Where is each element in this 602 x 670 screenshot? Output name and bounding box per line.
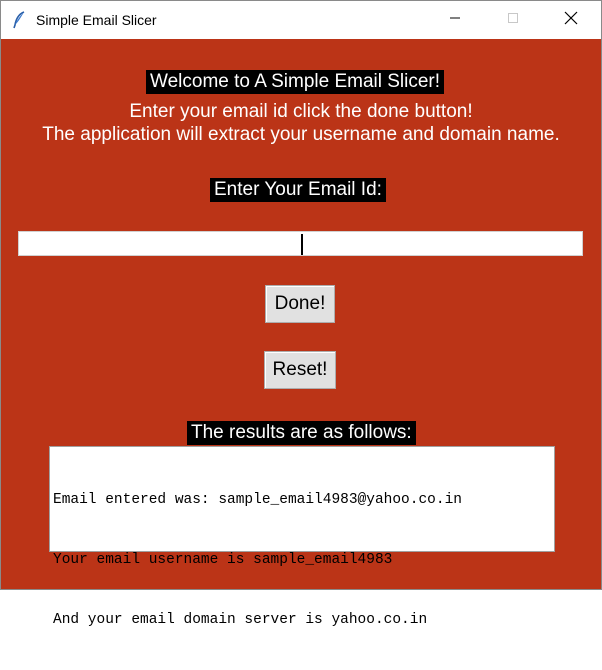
results-textbox[interactable]: Email entered was: sample_email4983@yaho… bbox=[49, 446, 555, 628]
result-line: Your email username is sample_email4983 bbox=[53, 552, 393, 568]
done-button[interactable]: Done! bbox=[265, 285, 335, 323]
text-caret bbox=[301, 234, 303, 255]
title-bar[interactable]: Simple Email Slicer bbox=[1, 1, 601, 39]
main-panel: Welcome to A Simple Email Slicer! Enter … bbox=[1, 39, 601, 628]
minimize-button[interactable] bbox=[432, 1, 478, 39]
result-line: And your email domain server is yahoo.co… bbox=[53, 612, 428, 628]
feather-icon bbox=[12, 11, 26, 29]
window-title: Simple Email Slicer bbox=[36, 12, 157, 28]
close-button[interactable] bbox=[548, 1, 594, 39]
maximize-icon bbox=[507, 11, 519, 29]
instruction-line-1: Enter your email id click the done butto… bbox=[129, 101, 473, 122]
results-label: The results are as follows: bbox=[187, 421, 416, 445]
app-window: Simple Email Slicer Welcome to A Simple … bbox=[0, 0, 602, 628]
reset-button[interactable]: Reset! bbox=[264, 351, 336, 389]
welcome-heading: Welcome to A Simple Email Slicer! bbox=[146, 70, 445, 94]
instruction-line-2: The application will extract your userna… bbox=[42, 124, 560, 145]
minimize-icon bbox=[449, 11, 461, 29]
email-input[interactable] bbox=[18, 231, 583, 256]
close-icon bbox=[564, 11, 578, 30]
maximize-button[interactable] bbox=[490, 1, 536, 39]
result-line: Email entered was: sample_email4983@yaho… bbox=[53, 492, 462, 508]
email-label: Enter Your Email Id: bbox=[210, 178, 386, 202]
